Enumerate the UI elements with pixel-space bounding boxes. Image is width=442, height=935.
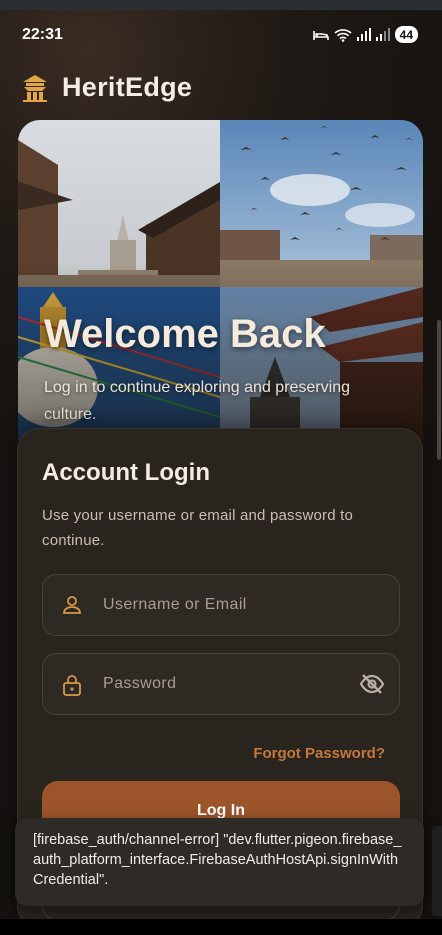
card-subtitle: Use your username or email and password … <box>42 507 354 549</box>
hero-banner: Welcome Back Log in to continue explorin… <box>18 120 423 440</box>
top-edge <box>0 0 442 10</box>
app-screen: 22:31 44 HeritEdge Welcome Back Log in t… <box>0 10 442 935</box>
error-toast: [firebase_auth/channel-error] "dev.flutt… <box>15 818 424 906</box>
username-input[interactable] <box>103 575 343 635</box>
card-title: Account Login <box>42 459 210 486</box>
eye-off-icon[interactable] <box>359 672 385 696</box>
forgot-password-link[interactable]: Forgot Password? <box>253 745 385 762</box>
signal-icon <box>356 28 371 41</box>
wifi-icon <box>334 28 352 42</box>
password-field[interactable] <box>42 653 400 715</box>
bed-icon <box>312 30 329 40</box>
navigation-bar <box>0 919 442 935</box>
person-icon <box>63 596 81 614</box>
edge-panel-handle[interactable] <box>432 826 442 916</box>
username-field[interactable] <box>42 574 400 636</box>
signal-icon-2 <box>375 28 390 41</box>
battery-indicator: 44 <box>394 26 418 43</box>
scrollbar[interactable] <box>437 320 441 460</box>
hero-title: Welcome Back <box>44 312 326 356</box>
brand-header: HeritEdge <box>20 72 192 103</box>
hero-subtitle: Log in to continue exploring and preserv… <box>44 379 350 423</box>
password-input[interactable] <box>103 654 343 714</box>
app-name: HeritEdge <box>62 72 193 102</box>
status-time: 22:31 <box>22 26 63 43</box>
status-bar: 22:31 44 <box>0 24 442 48</box>
status-icons: 44 <box>312 26 418 43</box>
lock-icon <box>63 675 81 696</box>
temple-icon <box>23 74 47 102</box>
